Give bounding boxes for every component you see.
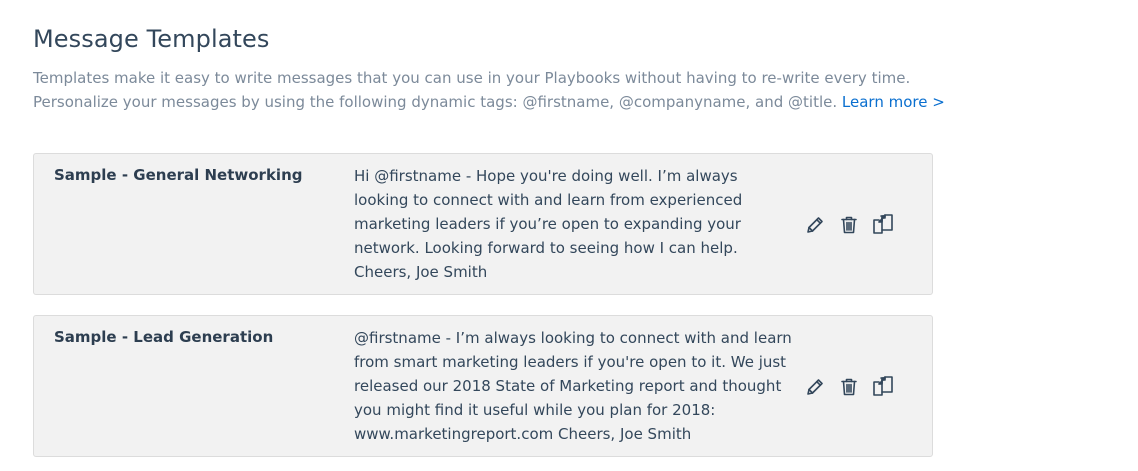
template-name: Sample - Lead Generation <box>54 328 274 346</box>
intro-line-2: Personalize your messages by using the f… <box>33 90 953 114</box>
learn-more-link[interactable]: Learn more > <box>842 93 945 111</box>
copy-template-button[interactable] <box>870 212 896 238</box>
template-card: Sample - General Networking Hi @firstnam… <box>33 153 933 295</box>
page-title: Message Templates <box>33 25 270 53</box>
template-actions <box>802 374 904 400</box>
edit-template-button[interactable] <box>802 212 828 238</box>
edit-template-button[interactable] <box>802 374 828 400</box>
intro-line-1: Templates make it easy to write messages… <box>33 69 911 87</box>
template-actions <box>802 212 904 238</box>
trash-icon <box>841 378 857 396</box>
pencil-icon <box>807 217 823 233</box>
template-body: @firstname - I’m always looking to conne… <box>354 329 792 443</box>
template-body: Hi @firstname - Hope you're doing well. … <box>354 167 743 281</box>
copy-icon <box>873 376 893 396</box>
intro-description: Templates make it easy to write messages… <box>33 66 953 114</box>
intro-line-2-text: Personalize your messages by using the f… <box>33 93 838 111</box>
template-name: Sample - General Networking <box>54 166 303 184</box>
template-card: Sample - Lead Generation @firstname - I’… <box>33 315 933 457</box>
delete-template-button[interactable] <box>836 374 862 400</box>
copy-template-button[interactable] <box>870 374 896 400</box>
pencil-icon <box>807 379 823 395</box>
copy-icon <box>873 214 893 234</box>
trash-icon <box>841 216 857 234</box>
delete-template-button[interactable] <box>836 212 862 238</box>
